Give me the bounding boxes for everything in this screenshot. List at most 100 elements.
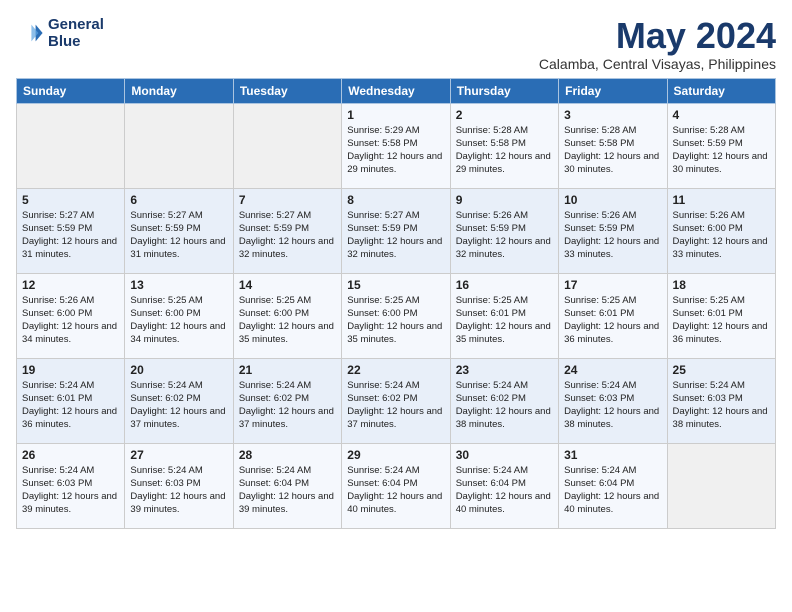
calendar-cell: 27Sunrise: 5:24 AM Sunset: 6:03 PM Dayli… — [125, 443, 233, 528]
calendar-cell: 30 Sunrise: 5:24 AM Sunset: 6:04 PM Dayli… — [450, 443, 558, 528]
calendar-table: SundayMondayTuesdayWednesdayThursdayFrid… — [16, 78, 776, 529]
calendar-cell: 12 Sunrise: 5:26 AM Sunset: 6:00 PM Dayli… — [17, 273, 125, 358]
day-number: 13 — [130, 278, 227, 292]
page-header: General Blue May 2024 Calamba, Central V… — [16, 16, 776, 72]
calendar-cell: 3 Sunrise: 5:28 AM Sunset: 5:58 PM Daylig… — [559, 103, 667, 188]
day-of-week-header: Thursday — [450, 78, 558, 103]
day-number: 9 — [456, 193, 553, 207]
day-of-week-header: Monday — [125, 78, 233, 103]
day-number: 20 — [130, 363, 227, 377]
day-info: Sunrise: 5:26 AM Sunset: 5:59 PM Dayligh… — [456, 209, 553, 262]
day-info: Sunrise: 5:25 AM Sunset: 6:01 PM Dayligh… — [564, 294, 661, 347]
day-number: 30 — [456, 448, 553, 462]
day-info: Sunrise: 5:24 AM Sunset: 6:04 PM Dayligh… — [239, 464, 336, 517]
day-number: 7 — [239, 193, 336, 207]
day-number: 14 — [239, 278, 336, 292]
day-info: Sunrise: 5:27 AM Sunset: 5:59 PM Dayligh… — [239, 209, 336, 262]
day-info: Sunrise: 5:24 AM Sunset: 6:04 PM Dayligh… — [564, 464, 661, 517]
calendar-cell: 15Sunrise: 5:25 AM Sunset: 6:00 PM Dayli… — [342, 273, 450, 358]
day-info: Sunrise: 5:28 AM Sunset: 5:59 PM Dayligh… — [673, 124, 770, 177]
day-info: Sunrise: 5:25 AM Sunset: 6:01 PM Dayligh… — [673, 294, 770, 347]
day-number: 16 — [456, 278, 553, 292]
logo-icon — [16, 19, 44, 47]
day-number: 31 — [564, 448, 661, 462]
calendar-cell: 17 Sunrise: 5:25 AM Sunset: 6:01 PM Dayli… — [559, 273, 667, 358]
day-of-week-header: Friday — [559, 78, 667, 103]
day-info: Sunrise: 5:24 AM Sunset: 6:04 PM Dayligh… — [456, 464, 553, 517]
day-number: 2 — [456, 108, 553, 122]
calendar-cell: 23 Sunrise: 5:24 AM Sunset: 6:02 PM Dayli… — [450, 358, 558, 443]
day-number: 25 — [673, 363, 770, 377]
logo: General Blue — [16, 16, 104, 51]
day-number: 23 — [456, 363, 553, 377]
calendar-week-row: 5 Sunrise: 5:27 AM Sunset: 5:59 PM Daylig… — [17, 188, 776, 273]
day-info: Sunrise: 5:27 AM Sunset: 5:59 PM Dayligh… — [22, 209, 119, 262]
day-number: 17 — [564, 278, 661, 292]
calendar-cell: 16Sunrise: 5:25 AM Sunset: 6:01 PM Dayli… — [450, 273, 558, 358]
day-number: 4 — [673, 108, 770, 122]
calendar-cell: 29Sunrise: 5:24 AM Sunset: 6:04 PM Dayli… — [342, 443, 450, 528]
calendar-cell — [667, 443, 775, 528]
calendar-cell: 14 Sunrise: 5:25 AM Sunset: 6:00 PM Dayli… — [233, 273, 341, 358]
location: Calamba, Central Visayas, Philippines — [539, 56, 776, 72]
calendar-cell: 25 Sunrise: 5:24 AM Sunset: 6:03 PM Dayli… — [667, 358, 775, 443]
day-info: Sunrise: 5:24 AM Sunset: 6:01 PM Dayligh… — [22, 379, 119, 432]
day-number: 5 — [22, 193, 119, 207]
calendar-cell: 13 Sunrise: 5:25 AM Sunset: 6:00 PM Dayli… — [125, 273, 233, 358]
day-number: 21 — [239, 363, 336, 377]
calendar-cell: 19 Sunrise: 5:24 AM Sunset: 6:01 PM Dayli… — [17, 358, 125, 443]
day-info: Sunrise: 5:26 AM Sunset: 6:00 PM Dayligh… — [673, 209, 770, 262]
day-info: Sunrise: 5:24 AM Sunset: 6:02 PM Dayligh… — [347, 379, 444, 432]
day-number: 24 — [564, 363, 661, 377]
calendar-body: 1Sunrise: 5:29 AM Sunset: 5:58 PM Daylig… — [17, 103, 776, 528]
calendar-cell: 9 Sunrise: 5:26 AM Sunset: 5:59 PM Daylig… — [450, 188, 558, 273]
day-info: Sunrise: 5:25 AM Sunset: 6:00 PM Dayligh… — [130, 294, 227, 347]
day-info: Sunrise: 5:24 AM Sunset: 6:02 PM Dayligh… — [130, 379, 227, 432]
day-number: 15 — [347, 278, 444, 292]
day-number: 19 — [22, 363, 119, 377]
month-title: May 2024 — [539, 16, 776, 56]
day-number: 28 — [239, 448, 336, 462]
day-number: 11 — [673, 193, 770, 207]
day-of-week-header: Wednesday — [342, 78, 450, 103]
calendar-week-row: 26 Sunrise: 5:24 AM Sunset: 6:03 PM Dayli… — [17, 443, 776, 528]
calendar-cell: 5 Sunrise: 5:27 AM Sunset: 5:59 PM Daylig… — [17, 188, 125, 273]
calendar-cell: 24 Sunrise: 5:24 AM Sunset: 6:03 PM Dayli… — [559, 358, 667, 443]
day-number: 8 — [347, 193, 444, 207]
day-info: Sunrise: 5:24 AM Sunset: 6:03 PM Dayligh… — [673, 379, 770, 432]
calendar-cell: 4 Sunrise: 5:28 AM Sunset: 5:59 PM Daylig… — [667, 103, 775, 188]
calendar-cell: 21Sunrise: 5:24 AM Sunset: 6:02 PM Dayli… — [233, 358, 341, 443]
day-info: Sunrise: 5:25 AM Sunset: 6:00 PM Dayligh… — [239, 294, 336, 347]
day-info: Sunrise: 5:29 AM Sunset: 5:58 PM Dayligh… — [347, 124, 444, 177]
logo-text: General Blue — [48, 16, 104, 51]
day-info: Sunrise: 5:28 AM Sunset: 5:58 PM Dayligh… — [564, 124, 661, 177]
day-number: 18 — [673, 278, 770, 292]
day-info: Sunrise: 5:24 AM Sunset: 6:02 PM Dayligh… — [456, 379, 553, 432]
day-number: 26 — [22, 448, 119, 462]
calendar-cell: 26Sunrise: 5:24 AM Sunset: 6:03 PM Dayli… — [17, 443, 125, 528]
calendar-week-row: 19 Sunrise: 5:24 AM Sunset: 6:01 PM Dayli… — [17, 358, 776, 443]
day-info: Sunrise: 5:27 AM Sunset: 5:59 PM Dayligh… — [347, 209, 444, 262]
day-number: 3 — [564, 108, 661, 122]
day-info: Sunrise: 5:26 AM Sunset: 6:00 PM Dayligh… — [22, 294, 119, 347]
day-number: 6 — [130, 193, 227, 207]
day-number: 12 — [22, 278, 119, 292]
day-info: Sunrise: 5:24 AM Sunset: 6:03 PM Dayligh… — [564, 379, 661, 432]
calendar-cell: 1Sunrise: 5:29 AM Sunset: 5:58 PM Daylig… — [342, 103, 450, 188]
calendar-cell: 18 Sunrise: 5:25 AM Sunset: 6:01 PM Dayli… — [667, 273, 775, 358]
day-info: Sunrise: 5:24 AM Sunset: 6:03 PM Dayligh… — [130, 464, 227, 517]
day-of-week-header: Tuesday — [233, 78, 341, 103]
calendar-cell — [233, 103, 341, 188]
calendar-header-row: SundayMondayTuesdayWednesdayThursdayFrid… — [17, 78, 776, 103]
calendar-cell: 28 Sunrise: 5:24 AM Sunset: 6:04 PM Dayli… — [233, 443, 341, 528]
calendar-cell: 6Sunrise: 5:27 AM Sunset: 5:59 PM Daylig… — [125, 188, 233, 273]
day-info: Sunrise: 5:24 AM Sunset: 6:04 PM Dayligh… — [347, 464, 444, 517]
day-number: 22 — [347, 363, 444, 377]
calendar-cell: 8 Sunrise: 5:27 AM Sunset: 5:59 PM Daylig… — [342, 188, 450, 273]
title-area: May 2024 Calamba, Central Visayas, Phili… — [539, 16, 776, 72]
calendar-cell: 10Sunrise: 5:26 AM Sunset: 5:59 PM Dayli… — [559, 188, 667, 273]
calendar-cell: 31 Sunrise: 5:24 AM Sunset: 6:04 PM Dayli… — [559, 443, 667, 528]
calendar-cell: 2 Sunrise: 5:28 AM Sunset: 5:58 PM Daylig… — [450, 103, 558, 188]
calendar-week-row: 12 Sunrise: 5:26 AM Sunset: 6:00 PM Dayli… — [17, 273, 776, 358]
day-info: Sunrise: 5:28 AM Sunset: 5:58 PM Dayligh… — [456, 124, 553, 177]
